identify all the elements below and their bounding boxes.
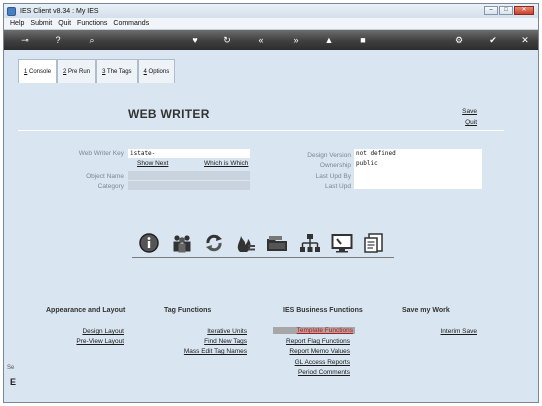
web-writer-key-input[interactable]: istate-: [128, 149, 250, 158]
menu-functions[interactable]: Functions: [77, 20, 107, 27]
last-upd-field: [354, 179, 482, 189]
last-upd-by-label: Last Upd By: [315, 173, 351, 180]
tab-console-label: Console: [27, 69, 52, 75]
ownership-label: Ownership: [319, 162, 351, 169]
page-title: WEB WRITER: [128, 107, 210, 121]
key-icon[interactable]: ⊸: [16, 34, 34, 46]
fire-icon[interactable]: [234, 232, 256, 254]
menu-commands[interactable]: Commands: [113, 20, 149, 27]
design-layout-link[interactable]: Design Layout: [82, 328, 124, 335]
fast-forward-icon[interactable]: »: [289, 34, 303, 46]
rewind-icon[interactable]: «: [254, 34, 268, 46]
object-name-label: Object Name: [86, 173, 124, 180]
tab-bar: 1 Console 2 Pre Run 3 The Tags 4 Options: [18, 59, 176, 83]
web-writer-key-label: Web Writer Key: [78, 150, 124, 157]
iterative-units-link[interactable]: Iterative Units: [207, 328, 247, 335]
cycle-icon[interactable]: [203, 232, 225, 254]
maximize-button[interactable]: □: [499, 6, 513, 15]
preview-layout-link[interactable]: Pre-View Layout: [76, 338, 124, 345]
object-name-field: [128, 171, 250, 180]
design-version-field: not defined: [354, 149, 482, 159]
close-window-button[interactable]: ✕: [514, 6, 534, 15]
folder-icon[interactable]: [266, 232, 288, 254]
tab-options[interactable]: 4 Options: [137, 59, 176, 83]
window-title: IES Client v8.34 : My IES: [20, 7, 99, 15]
report-flag-functions-link[interactable]: Report Flag Functions: [286, 338, 350, 345]
which-is-which-link[interactable]: Which is Which: [204, 160, 248, 167]
app-icon: [7, 6, 16, 16]
document-icon[interactable]: [363, 232, 385, 254]
side-panel-letter: E: [10, 377, 17, 387]
save-link[interactable]: Save: [462, 108, 477, 115]
appearance-layout-heading: Appearance and Layout: [46, 307, 126, 314]
window-controls: – □ ✕: [484, 6, 534, 15]
function-icon-row: [132, 230, 394, 258]
monitor-icon[interactable]: [331, 232, 353, 254]
content-area: 1 Console 2 Pre Run 3 The Tags 4 Options…: [4, 50, 538, 402]
tab-the-tags[interactable]: 3 The Tags: [96, 59, 138, 83]
info-icon[interactable]: [138, 232, 160, 254]
title-bar: IES Client v8.34 : My IES – □ ✕: [4, 4, 538, 18]
toolbar: ⊸ ? ⌕ ♥ ↻ « » ▲ ■ ⚙ ✔ ✕: [4, 30, 538, 50]
users-icon[interactable]: [171, 232, 193, 254]
mass-edit-tag-names-link[interactable]: Mass Edit Tag Names: [184, 348, 247, 355]
stop-icon[interactable]: ▲: [322, 34, 336, 46]
menu-quit[interactable]: Quit: [58, 20, 71, 27]
settings-icon[interactable]: ⚙: [452, 34, 466, 46]
check-icon[interactable]: ✔: [486, 34, 500, 46]
period-comments-link[interactable]: Period Comments: [298, 369, 350, 376]
design-version-label: Design Version: [307, 152, 351, 159]
hierarchy-icon[interactable]: [299, 232, 321, 254]
category-field: [128, 181, 250, 190]
minimize-button[interactable]: –: [484, 6, 498, 15]
tab-the-tags-label: The Tags: [105, 69, 132, 75]
ownership-field: public: [354, 159, 482, 169]
tab-pre-run[interactable]: 2 Pre Run: [57, 59, 97, 83]
app-window: IES Client v8.34 : My IES – □ ✕ Help Sub…: [3, 3, 539, 403]
tag-functions-heading: Tag Functions: [164, 307, 212, 314]
interim-save-link[interactable]: Interim Save: [441, 328, 478, 335]
side-panel-text: Se: [7, 365, 15, 371]
square-icon[interactable]: ■: [356, 34, 370, 46]
last-upd-label: Last Upd: [324, 183, 351, 190]
last-upd-by-field: [354, 169, 482, 179]
menu-bar: Help Submit Quit Functions Commands: [4, 18, 538, 30]
business-functions-heading: IES Business Functions: [283, 307, 363, 314]
template-functions-link[interactable]: Template Functions: [273, 327, 355, 334]
search-icon[interactable]: ⌕: [85, 34, 99, 46]
menu-submit[interactable]: Submit: [30, 20, 52, 27]
category-label: Category: [97, 183, 124, 190]
report-memo-values-link[interactable]: Report Memo Values: [289, 348, 350, 355]
save-my-work-heading: Save my Work: [402, 307, 450, 314]
gl-access-reports-link[interactable]: GL Access Reports: [295, 359, 350, 366]
tab-pre-run-label: Pre Run: [66, 69, 91, 75]
help-icon[interactable]: ?: [51, 34, 65, 46]
close-icon[interactable]: ✕: [518, 34, 532, 46]
tab-console[interactable]: 1 Console: [18, 59, 58, 83]
header-divider: [18, 130, 504, 131]
refresh-icon[interactable]: ↻: [220, 34, 234, 46]
find-new-tags-link[interactable]: Find New Tags: [204, 338, 247, 345]
show-next-link[interactable]: Show Next: [137, 160, 168, 167]
quit-link[interactable]: Quit: [465, 119, 477, 126]
tab-options-label: Options: [146, 69, 170, 75]
heart-icon[interactable]: ♥: [188, 34, 202, 46]
menu-help[interactable]: Help: [10, 20, 24, 27]
